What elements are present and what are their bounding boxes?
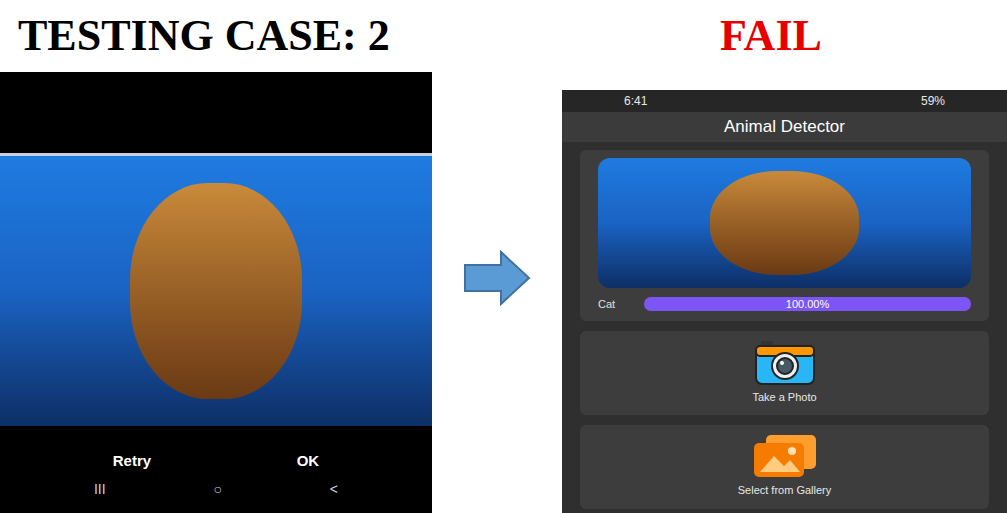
- app-screen: 6:41 59% Animal Detector Cat 100.00% Take a P…: [562, 90, 1007, 513]
- result-photo: [598, 158, 971, 288]
- action-card[interactable]: Select from Gallery: [580, 425, 989, 509]
- captured-photo: [0, 156, 432, 426]
- preview-button[interactable]: Retry: [93, 450, 171, 473]
- status-battery: 59%: [921, 92, 945, 110]
- prediction-label: Cat: [598, 296, 628, 313]
- result-label: FAIL: [720, 11, 822, 60]
- action-label: Select from Gallery: [738, 482, 832, 499]
- nav-button[interactable]: ○: [194, 479, 242, 500]
- confidence-bar: 100.00%: [644, 297, 971, 311]
- action-label: Take a Photo: [752, 389, 816, 406]
- slide: TESTING CASE: 2 FAIL Retry OK III ○ <6:41 59% An…: [0, 0, 1007, 513]
- nav-button[interactable]: <: [310, 479, 358, 500]
- app-bar: Animal Detector: [562, 112, 1007, 142]
- status-bar: 6:41 59%: [562, 90, 1007, 112]
- slide-title: TESTING CASE: 2: [18, 14, 700, 58]
- gallery-icon: [752, 434, 818, 478]
- camera-icon: [755, 339, 815, 385]
- preview-button[interactable]: OK: [277, 450, 340, 473]
- action-card[interactable]: Take a Photo: [580, 331, 989, 415]
- slide-header: TESTING CASE: 2 FAIL: [0, 0, 1007, 72]
- arrow-icon: [463, 250, 531, 306]
- nav-button[interactable]: III: [74, 479, 126, 500]
- camera-preview: Retry OK III ○ <: [0, 72, 432, 513]
- status-time: 6:41: [624, 92, 647, 110]
- result-card: Cat 100.00%: [580, 150, 989, 321]
